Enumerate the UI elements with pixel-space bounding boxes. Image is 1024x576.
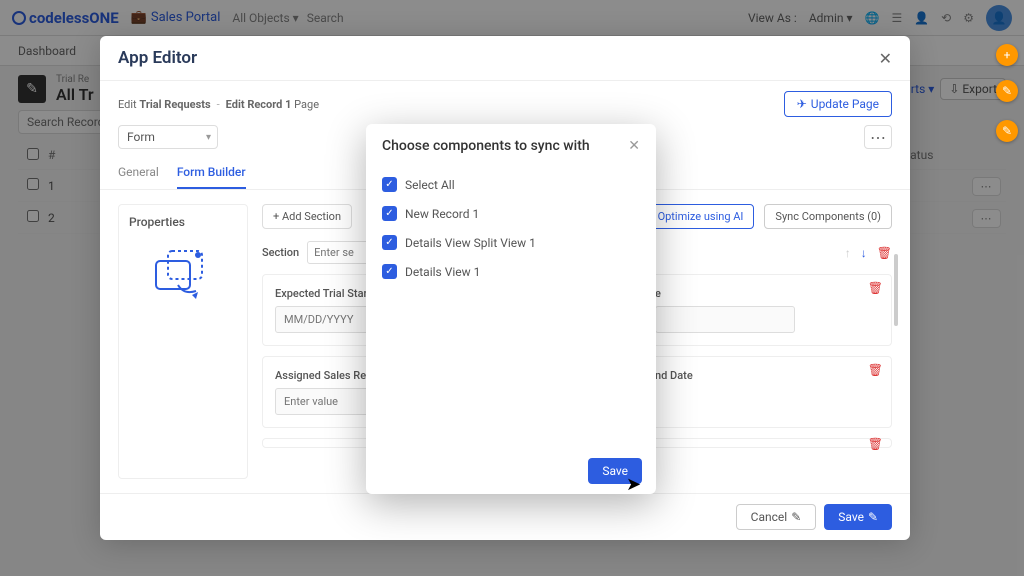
checkbox-row[interactable]: ✓ Details View Split View 1 — [382, 228, 640, 257]
dialog-header: Choose components to sync with ✕ — [366, 124, 656, 164]
checkbox-row[interactable]: ✓ New Record 1 — [382, 199, 640, 228]
trash-icon[interactable]: 🗑 — [868, 437, 883, 451]
field-input-right[interactable] — [655, 306, 795, 333]
optimize-ai-button[interactable]: Optimize using AI — [647, 204, 755, 229]
checkbox-icon[interactable]: ✓ — [382, 264, 397, 279]
fab-add[interactable]: + — [996, 44, 1018, 66]
close-icon[interactable]: ✕ — [628, 138, 640, 154]
close-icon[interactable]: ✕ — [879, 49, 892, 68]
trash-icon[interactable]: 🗑 — [868, 281, 883, 295]
properties-title: Properties — [129, 215, 237, 229]
crumb-object: Trial Requests — [139, 98, 210, 111]
add-section-button[interactable]: + Add Section — [262, 204, 352, 229]
dialog-body: ✓ Select All ✓ New Record 1 ✓ Details Vi… — [366, 164, 656, 448]
fab-edit[interactable]: ✎ — [996, 80, 1018, 102]
dialog-save-button[interactable]: Save — [588, 458, 642, 484]
pencil-icon: ✎ — [868, 510, 878, 524]
more-button[interactable]: ⋯ — [864, 125, 892, 149]
dialog-footer: Save — [366, 448, 656, 494]
sync-components-button[interactable]: Sync Components (0) — [764, 204, 892, 229]
checkbox-row-select-all[interactable]: ✓ Select All — [382, 170, 640, 199]
crumb-page: Edit Record 1 — [226, 98, 292, 111]
checkbox-label: Select All — [405, 178, 455, 192]
modal-header: App Editor ✕ — [100, 36, 910, 81]
modal-footer: Cancel ✎ Save ✎ — [100, 493, 910, 540]
trash-icon[interactable]: 🗑 — [877, 246, 892, 260]
section-label: Section — [262, 246, 299, 259]
view-select[interactable]: Form — [118, 125, 218, 149]
dialog-title: Choose components to sync with — [382, 138, 590, 154]
checkbox-icon[interactable]: ✓ — [382, 235, 397, 250]
properties-illustration — [148, 247, 218, 307]
checkbox-icon[interactable]: ✓ — [382, 177, 397, 192]
crumb-edit: Edit — [118, 98, 137, 111]
modal-title: App Editor — [118, 48, 197, 68]
section-actions: ↑ ↓ 🗑 — [845, 246, 892, 260]
field-label-right: nd Date — [655, 369, 693, 382]
update-label: Update Page — [811, 97, 879, 111]
cancel-label: Cancel — [751, 510, 788, 524]
checkbox-icon[interactable]: ✓ — [382, 206, 397, 221]
move-down-icon[interactable]: ↓ — [861, 246, 867, 260]
checkbox-label: Details View Split View 1 — [405, 236, 536, 250]
checkbox-row[interactable]: ✓ Details View 1 — [382, 257, 640, 286]
tab-general[interactable]: General — [118, 157, 159, 189]
checkbox-label: New Record 1 — [405, 207, 479, 221]
properties-panel: Properties — [118, 204, 248, 479]
save-button[interactable]: Save ✎ — [824, 504, 892, 530]
checkbox-label: Details View 1 — [405, 265, 480, 279]
fab-edit-2[interactable]: ✎ — [996, 120, 1018, 142]
cancel-button[interactable]: Cancel ✎ — [736, 504, 817, 530]
trash-icon[interactable]: 🗑 — [868, 363, 883, 377]
scrollbar[interactable] — [894, 254, 898, 326]
field-label-right: e — [655, 287, 795, 300]
tab-form-builder[interactable]: Form Builder — [177, 157, 246, 189]
update-page-button[interactable]: ✈ Update Page — [784, 91, 892, 117]
paper-plane-icon: ✈ — [797, 97, 807, 111]
crumb-end: Page — [294, 98, 319, 111]
sync-components-dialog: Choose components to sync with ✕ ✓ Selec… — [366, 124, 656, 494]
move-up-icon[interactable]: ↑ — [845, 246, 851, 260]
view-select-value: Form — [127, 130, 155, 144]
save-label: Save — [838, 510, 864, 524]
breadcrumb: Edit Trial Requests - Edit Record 1 Page… — [100, 81, 910, 117]
pencil-icon: ✎ — [791, 510, 801, 524]
